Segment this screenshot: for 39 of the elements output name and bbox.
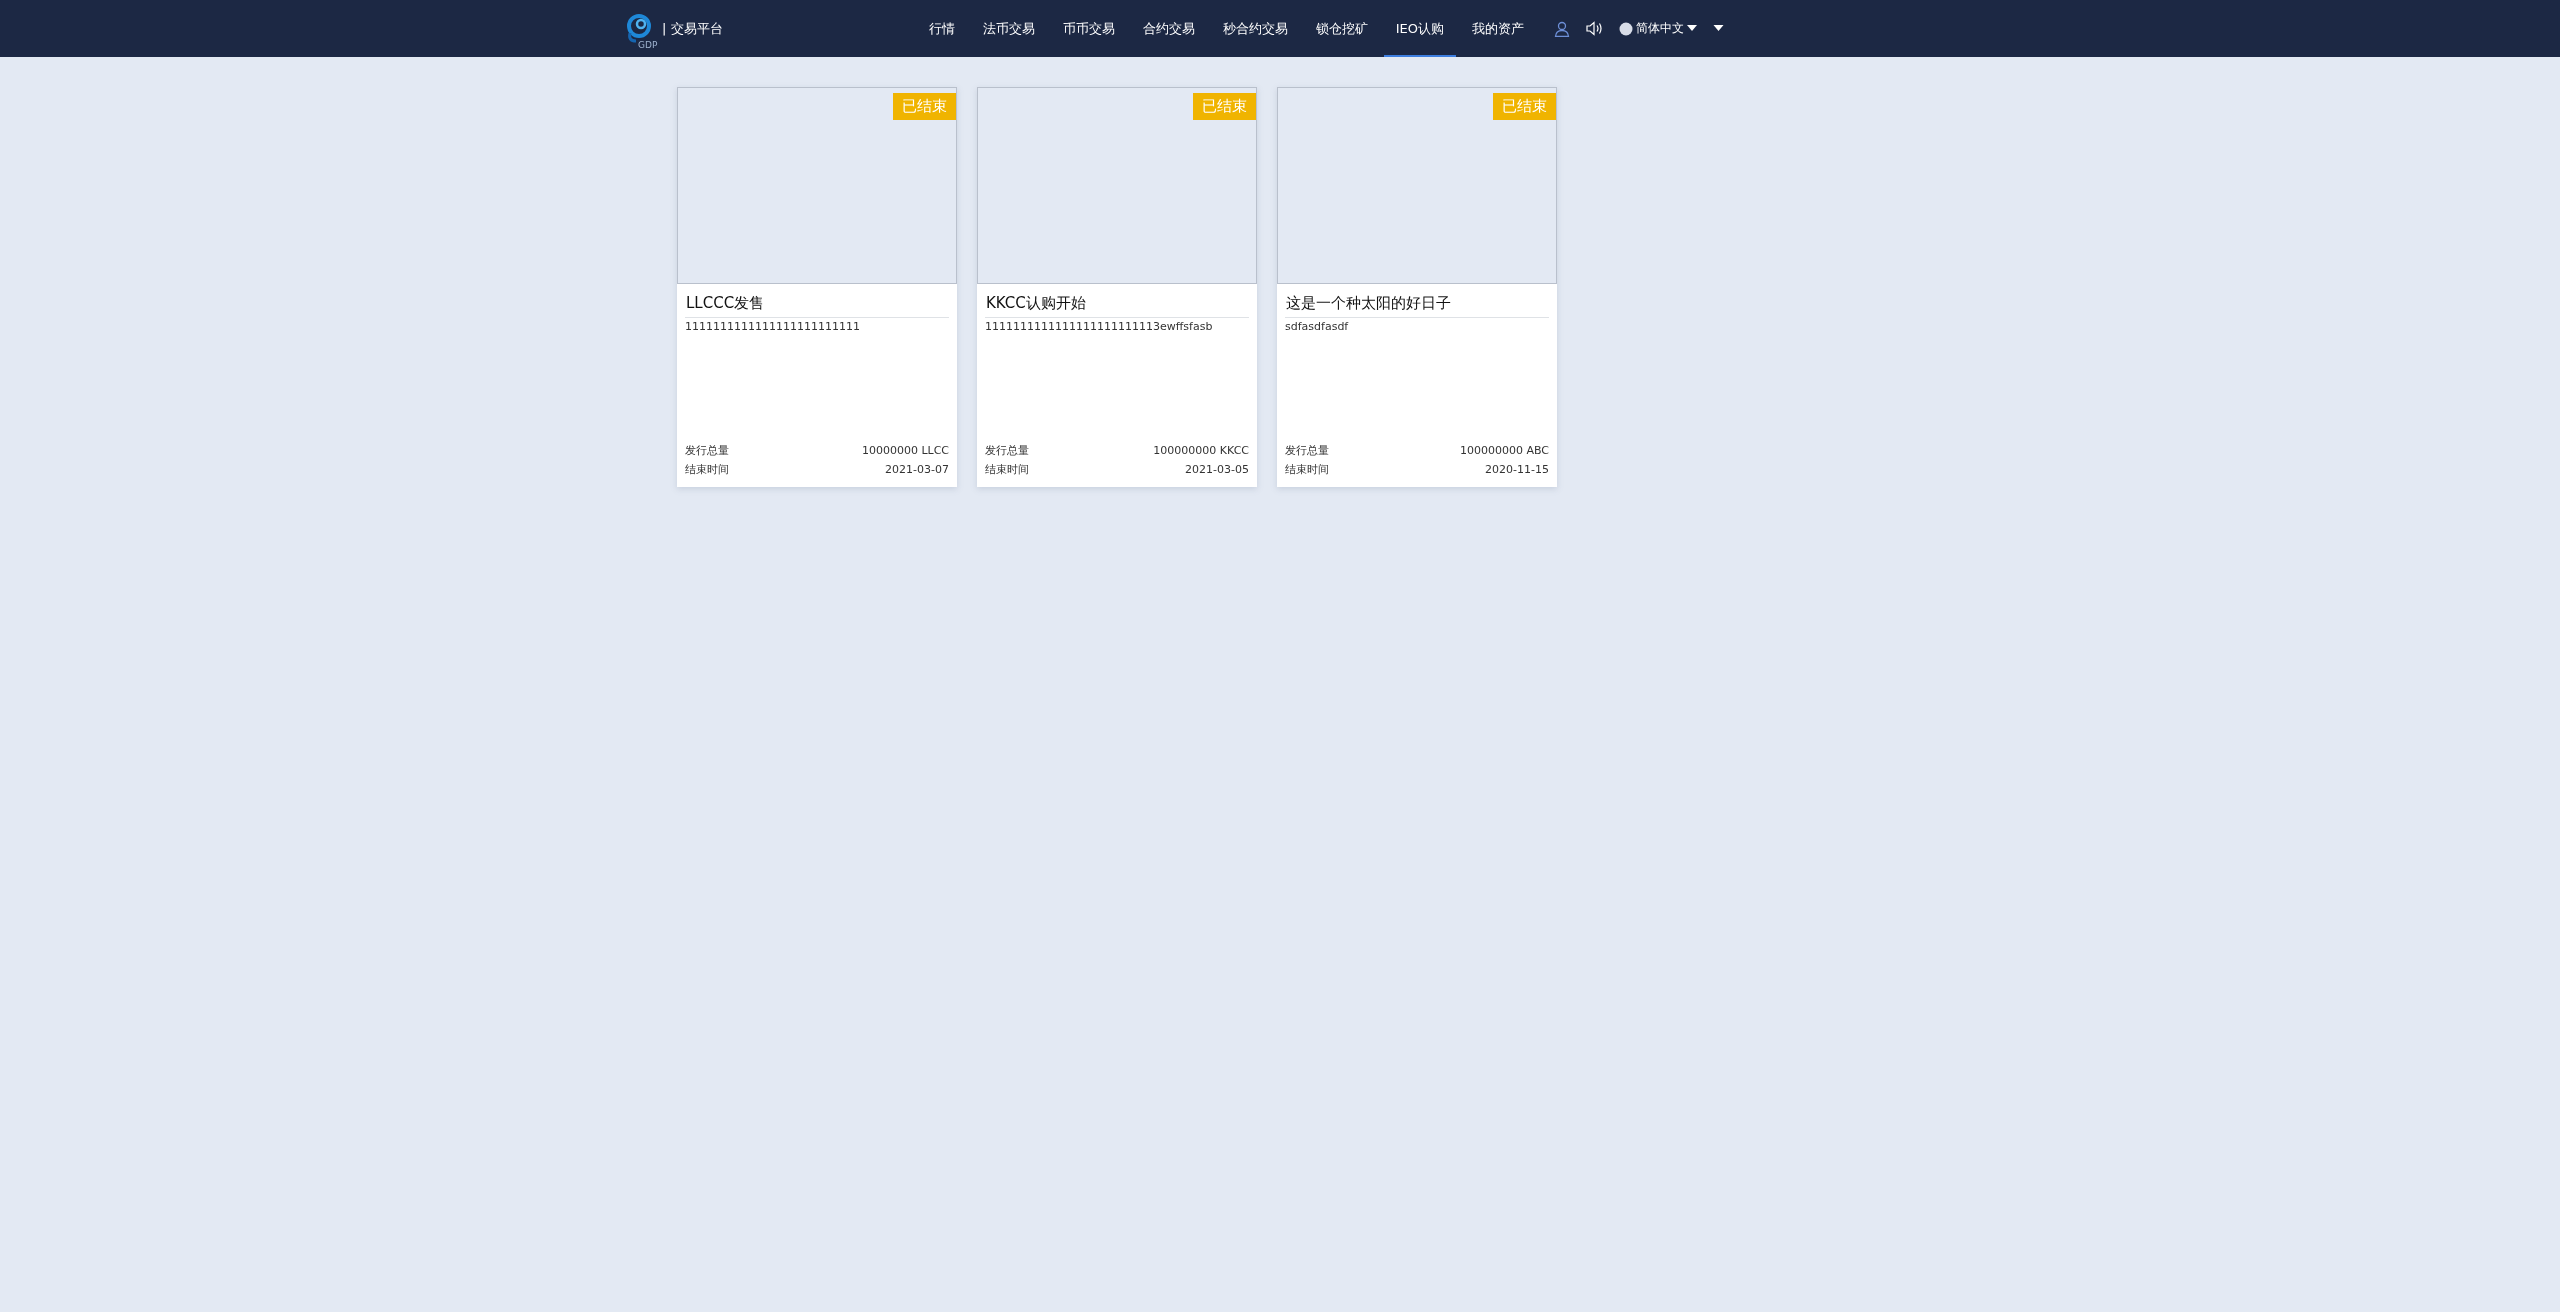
field-label: 发行总量 (985, 443, 1029, 459)
project-card[interactable]: 已结束 KKCC认购开始 1111111111111111111111113ewffsfasb 发行总量 100000000 KKCC 结束时间 2021-03-05 (977, 87, 1257, 487)
status-badge: 已结束 (1193, 93, 1256, 120)
status-badge: 已结束 (893, 93, 956, 120)
field-label: 结束时间 (685, 462, 729, 478)
field-value: 2020-11-15 (1485, 462, 1549, 478)
nav-link[interactable]: 合约交易 (1130, 0, 1207, 57)
caret-icon (1687, 25, 1697, 32)
caret-icon[interactable] (1713, 25, 1724, 32)
field-value: 2021-03-07 (885, 462, 949, 478)
speaker-icon[interactable] (1586, 21, 1603, 36)
project-description: sdfasdfasdf (1285, 320, 1350, 333)
nav-link[interactable]: 锁仓挖矿 (1303, 0, 1380, 57)
field-value: 2021-03-05 (1185, 462, 1249, 478)
project-title: KKCC认购开始 (985, 294, 1249, 318)
project-card[interactable]: 已结束 这是一个种太阳的好日子 sdfasdfasdf 发行总量 100000000 ABC 结束时间 2020-11-15 (1277, 87, 1557, 487)
nav-link[interactable]: 币币交易 (1050, 0, 1127, 57)
nav-link[interactable]: 法币交易 (970, 0, 1047, 57)
project-description: 1111111111111111111111113ewffsfasb (985, 320, 1214, 333)
nav-link[interactable]: 秒合约交易 (1210, 0, 1300, 57)
field-value: 100000000 KKCC (1153, 443, 1249, 459)
nav-link[interactable]: 行情 (916, 0, 967, 57)
field-label: 发行总量 (1285, 443, 1329, 459)
field-label: 结束时间 (985, 462, 1029, 478)
language-selector[interactable]: 简体中文 (1619, 20, 1697, 37)
field-label: 发行总量 (685, 443, 729, 459)
project-title: LLCCC发售 (685, 294, 949, 318)
field-value: 100000000 ABC (1459, 443, 1549, 459)
project-title: 这是一个种太阳的好日子 (1285, 294, 1549, 318)
brand-name[interactable]: | 交易平台 (662, 19, 723, 38)
logo-text: GDP (638, 39, 658, 50)
project-description: 1111111111111111111111111 (685, 320, 861, 333)
project-card[interactable]: 已结束 LLCCC发售 1111111111111111111111111 发行总量 10000000 LLCC 结束时间 2021-03-07 (677, 87, 957, 487)
nav-link[interactable]: IEO认购 (1383, 0, 1456, 57)
user-icon[interactable] (1554, 20, 1570, 37)
nav-link[interactable]: 我的资产 (1460, 0, 1536, 57)
field-value: 10000000 LLCC (861, 443, 949, 459)
field-label: 结束时间 (1285, 462, 1329, 478)
status-badge: 已结束 (1493, 93, 1556, 120)
